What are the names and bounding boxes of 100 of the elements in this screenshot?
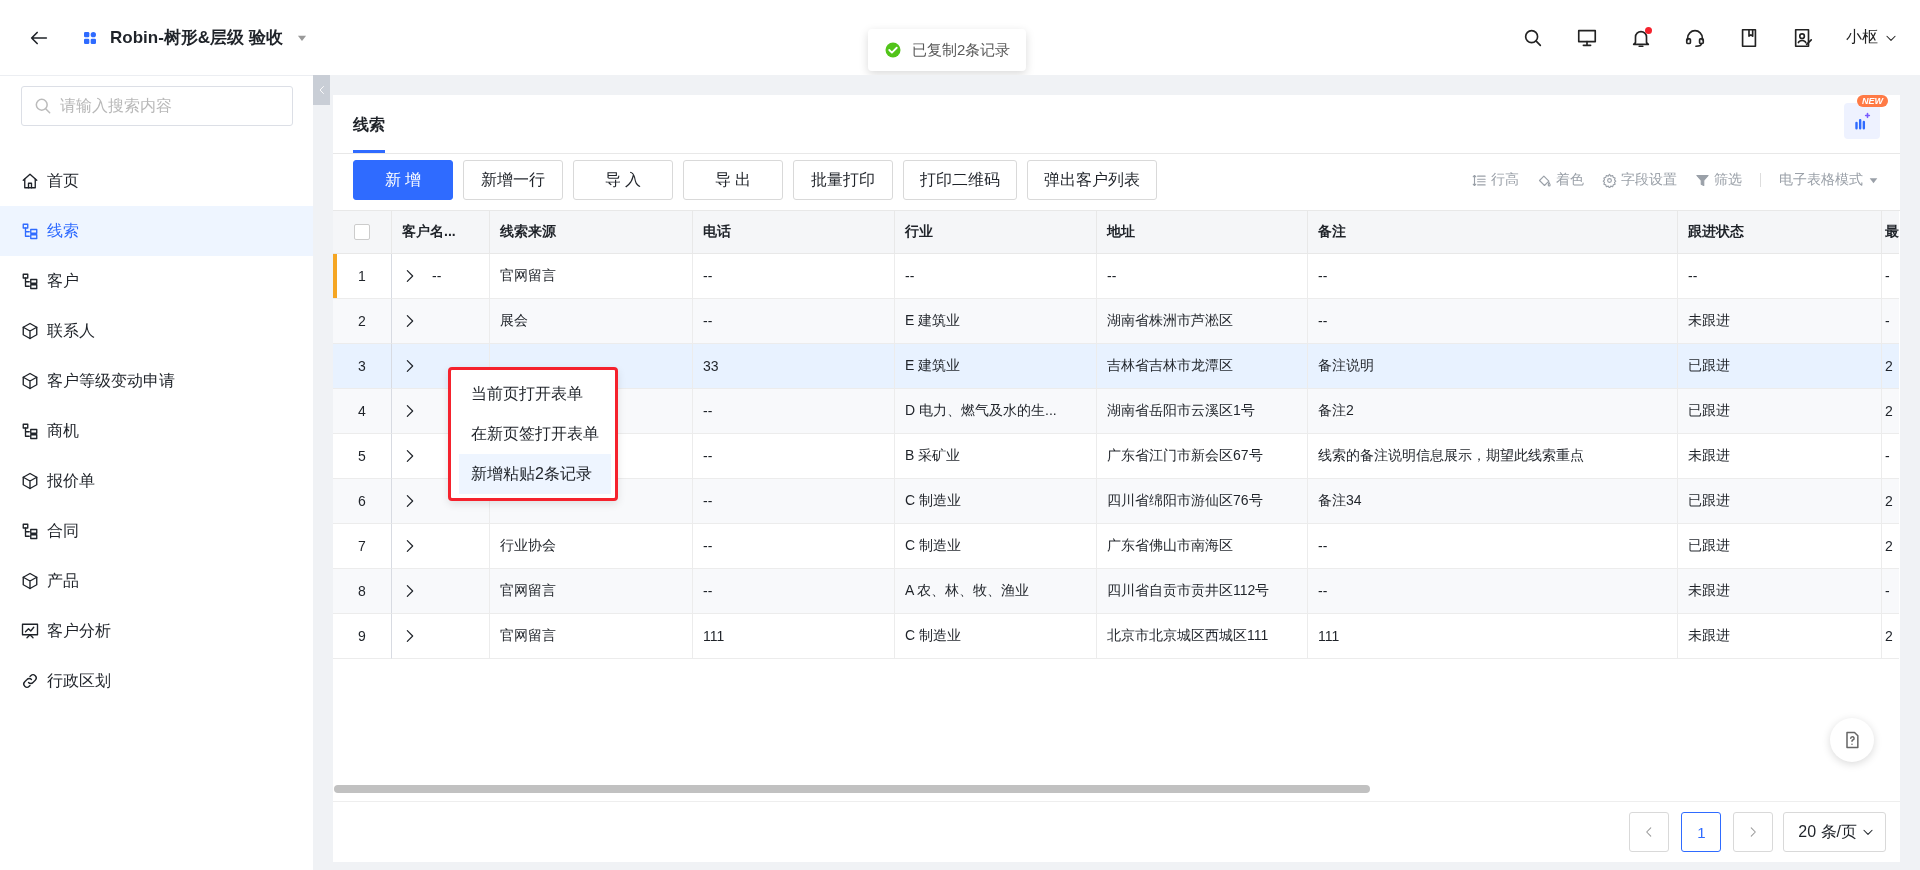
sidebar-item[interactable]: 首页: [0, 156, 313, 206]
sidebar-item[interactable]: 客户等级变动申请: [0, 356, 313, 406]
search-field[interactable]: 请输入搜索内容: [21, 86, 293, 126]
toolbar-button[interactable]: 导 入: [573, 160, 673, 200]
notification-bell[interactable]: [1630, 26, 1652, 49]
table-row[interactable]: 1 -- 官网留言 -- -- -- -- -- -: [333, 254, 1899, 299]
table-cell: 四川省绵阳市游仙区76号: [1107, 492, 1263, 510]
hierarchy-icon: [21, 222, 39, 240]
toolbar-button[interactable]: 新 增: [353, 160, 453, 200]
table-cell: --: [1688, 268, 1698, 284]
table-cell: 未跟进: [1688, 582, 1730, 600]
table-cell: 2: [1885, 538, 1893, 554]
toolbar-button[interactable]: 新增一行: [463, 160, 563, 200]
row-number: 2: [358, 313, 366, 329]
sidebar-item[interactable]: 联系人: [0, 306, 313, 356]
help-button[interactable]: [1830, 718, 1874, 762]
table-row[interactable]: 8 官网留言 -- A 农、林、牧、渔业 四川省自贡市贡井区112号 -- 未跟进 -: [333, 569, 1899, 614]
sidebar-item[interactable]: 客户分析: [0, 606, 313, 656]
sidebar-item[interactable]: 客户: [0, 256, 313, 306]
table-cell: 2: [1885, 403, 1893, 419]
table-cell: 已跟进: [1688, 402, 1730, 420]
table-cell: --: [905, 268, 915, 284]
toolbar-button[interactable]: 批量打印: [793, 160, 893, 200]
settings-icon: [1602, 172, 1617, 188]
table-cell: 展会: [500, 312, 528, 330]
table-cell: A 农、林、牧、渔业: [905, 582, 1030, 600]
app-title: Robin-树形&层级 验收: [110, 27, 283, 49]
column-header[interactable]: 客户名...: [392, 211, 490, 254]
hierarchy-icon: [21, 272, 39, 290]
table-cell: 2: [1885, 493, 1893, 509]
link-icon: [21, 672, 39, 690]
toolbar-button[interactable]: 打印二维码: [903, 160, 1017, 200]
menu-item[interactable]: 新增粘贴2条记录: [459, 454, 611, 494]
table-cell: E 建筑业: [905, 312, 961, 330]
chart-icon: [21, 622, 39, 640]
table-cell: 未跟进: [1688, 447, 1730, 465]
table-cell: E 建筑业: [905, 357, 961, 375]
table-cell: 四川省自贡市贡井区112号: [1107, 582, 1270, 600]
user-menu[interactable]: 小枢: [1846, 27, 1898, 48]
analytics-button[interactable]: [1844, 103, 1880, 139]
table-cell: --: [1318, 313, 1328, 329]
horizontal-scrollbar[interactable]: [334, 785, 1370, 793]
cube-icon: [21, 572, 39, 590]
table-cell: --: [703, 448, 713, 464]
table-cell: D 电力、燃气及水的生...: [905, 402, 1057, 420]
sidebar-item[interactable]: 线索: [0, 206, 313, 256]
table-cell: 北京市北京城区西城区111: [1107, 627, 1269, 645]
table-cell: 官网留言: [500, 627, 556, 645]
cube-icon: [21, 322, 39, 340]
table-cell: --: [703, 493, 713, 509]
table-row[interactable]: 2 展会 -- E 建筑业 湖南省株洲市芦淞区 -- 未跟进 -: [333, 299, 1899, 344]
table-cell: 吉林省吉林市龙潭区: [1107, 357, 1233, 375]
row-number: 1: [358, 268, 366, 284]
column-header[interactable]: 电话: [693, 211, 895, 254]
table-cell: 111: [1318, 628, 1340, 644]
toolbar-button[interactable]: 弹出客户列表: [1027, 160, 1157, 200]
user-edit-icon[interactable]: [1792, 26, 1814, 49]
row-number: 4: [358, 403, 366, 419]
table-cell: 行业协会: [500, 537, 556, 555]
table-cell: --: [703, 403, 713, 419]
table-cell: --: [1318, 268, 1328, 284]
column-header[interactable]: 行业: [895, 211, 1097, 254]
table-cell: 备注2: [1318, 402, 1354, 420]
sidebar-item[interactable]: 合同: [0, 506, 313, 556]
table-cell: --: [703, 583, 713, 599]
table-cell: --: [1318, 583, 1328, 599]
column-header[interactable]: 最: [1882, 211, 1899, 254]
page-button[interactable]: 1: [1681, 812, 1722, 852]
hierarchy-icon: [21, 422, 39, 440]
table-row[interactable]: 7 行业协会 -- C 制造业 广东省佛山市南海区 -- 已跟进 2: [333, 524, 1899, 569]
success-check-icon: [884, 41, 902, 59]
table-cell: -: [1885, 313, 1890, 329]
column-header[interactable]: 跟进状态: [1678, 211, 1882, 254]
new-badge: NEW: [1857, 95, 1888, 107]
sidebar-item[interactable]: 行政区划: [0, 656, 313, 706]
table-cell: 湖南省岳阳市云溪区1号: [1107, 402, 1255, 420]
page-size-select[interactable]: 20 条/页: [1783, 812, 1886, 852]
table-cell: 线索的备注说明信息展示，期望此线索重点: [1318, 447, 1584, 465]
table-cell: --: [1318, 538, 1328, 554]
sidebar-item[interactable]: 报价单: [0, 456, 313, 506]
sidebar-item[interactable]: 产品: [0, 556, 313, 606]
select-all-checkbox[interactable]: [354, 224, 370, 240]
filter-icon: [1695, 172, 1710, 188]
column-header[interactable]: 线索来源: [490, 211, 693, 254]
table-cell: -: [1885, 583, 1890, 599]
table-cell: 官网留言: [500, 582, 556, 600]
column-header[interactable]: 地址: [1097, 211, 1308, 254]
table-row[interactable]: 9 官网留言 111 C 制造业 北京市北京城区西城区111 111 未跟进 2: [333, 614, 1899, 659]
column-header[interactable]: 备注: [1308, 211, 1678, 254]
tab[interactable]: 线索: [353, 115, 385, 153]
table-cell: 未跟进: [1688, 312, 1730, 330]
table-cell: C 制造业: [905, 537, 961, 555]
table-cell: 官网留言: [500, 267, 556, 285]
toolbar-button[interactable]: 导 出: [683, 160, 783, 200]
app-grid-icon: [82, 29, 98, 46]
table-cell: --: [703, 268, 713, 284]
row-height-icon: [1472, 172, 1487, 188]
sidebar-item[interactable]: 商机: [0, 406, 313, 456]
sidebar-collapse-handle[interactable]: [313, 75, 330, 105]
row-number: 5: [358, 448, 366, 464]
